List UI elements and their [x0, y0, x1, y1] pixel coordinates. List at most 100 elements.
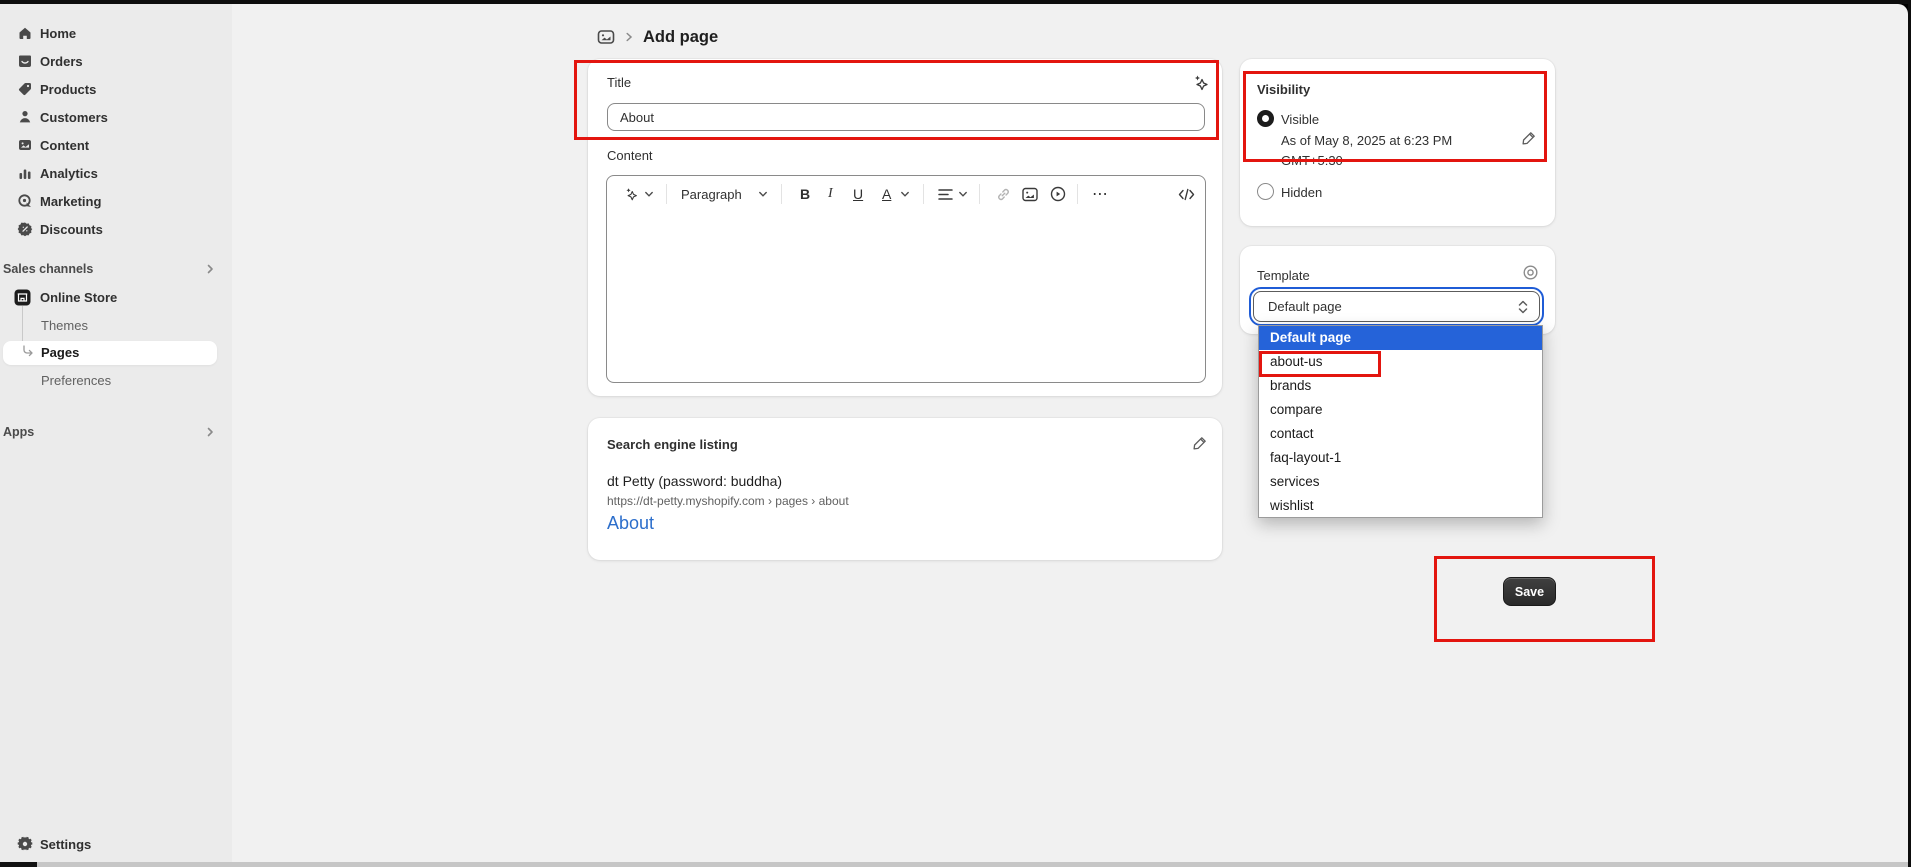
toolbar-divider [666, 184, 667, 204]
insert-video-icon[interactable] [1050, 182, 1066, 206]
dropdown-option-wishlist[interactable]: wishlist [1259, 494, 1542, 518]
sidebar-item-marketing[interactable]: Marketing [0, 187, 232, 215]
shopify-admin-window: Home Orders Products Customers Content A… [0, 0, 1911, 867]
sidebar-item-preferences[interactable]: Preferences [41, 373, 111, 388]
analytics-icon [16, 165, 33, 182]
sidebar-section-apps[interactable]: Apps [0, 420, 232, 444]
corner-arrow-icon [22, 345, 35, 358]
select-updown-icon [1517, 299, 1529, 315]
chevron-down-icon [644, 182, 654, 206]
text-color-button[interactable]: A [882, 182, 891, 206]
sidebar-item-label: Settings [40, 837, 91, 852]
discounts-icon [16, 221, 33, 238]
link-icon[interactable] [996, 182, 1011, 206]
underline-button[interactable]: U [853, 182, 863, 206]
sidebar-section-sales-channels[interactable]: Sales channels [0, 257, 232, 281]
sidebar-item-label: Home [40, 26, 76, 41]
template-dropdown-list: Default page about-us brands compare con… [1258, 325, 1543, 518]
dropdown-option-brands[interactable]: brands [1259, 374, 1542, 398]
sidebar-item-settings[interactable]: Settings [0, 830, 232, 858]
view-eye-icon[interactable] [1522, 264, 1539, 281]
sidebar-item-themes[interactable]: Themes [41, 318, 88, 333]
sidebar-item-label: Orders [40, 54, 83, 69]
store-icon [14, 289, 31, 306]
title-input[interactable] [607, 103, 1205, 131]
template-select-value: Default page [1268, 299, 1342, 314]
orders-icon [16, 53, 33, 70]
visible-radio-label[interactable]: Visible [1281, 112, 1319, 127]
page-media-icon[interactable] [597, 28, 615, 46]
window-frame-top [0, 0, 1911, 4]
scrollbar-corner [0, 862, 37, 867]
sidebar-item-analytics[interactable]: Analytics [0, 159, 232, 187]
align-icon[interactable] [938, 182, 953, 206]
sidebar-item-label: Content [40, 138, 89, 153]
products-icon [16, 81, 33, 98]
dropdown-option-default-page[interactable]: Default page [1259, 326, 1542, 350]
sidebar-item-discounts[interactable]: Discounts [0, 215, 232, 243]
editor-magic-icon[interactable] [624, 182, 638, 206]
dropdown-option-services[interactable]: services [1259, 470, 1542, 494]
sidebar-item-pages-selected[interactable]: Pages [3, 341, 217, 365]
dropdown-option-faq-layout-1[interactable]: faq-layout-1 [1259, 446, 1542, 470]
sidebar-item-label: Products [40, 82, 96, 97]
more-options-button[interactable]: ⋯ [1092, 182, 1109, 206]
chevron-down-icon [758, 182, 768, 206]
horizontal-scrollbar[interactable] [0, 862, 1908, 867]
edit-pencil-icon[interactable] [1192, 435, 1208, 451]
template-select[interactable]: Default page [1253, 291, 1540, 322]
hidden-radio-label[interactable]: Hidden [1281, 185, 1322, 200]
customers-icon [16, 109, 33, 126]
visibility-date-line2: GMT+5:30 [1281, 153, 1343, 168]
apps-label: Apps [3, 425, 34, 439]
marketing-icon [16, 193, 33, 210]
dropdown-option-about-us[interactable]: about-us [1259, 350, 1542, 374]
paragraph-style-dropdown[interactable]: Paragraph [681, 182, 742, 206]
dropdown-option-compare[interactable]: compare [1259, 398, 1542, 422]
code-view-icon[interactable] [1178, 182, 1195, 206]
magic-sparkle-icon[interactable] [1192, 74, 1209, 91]
visibility-heading: Visibility [1257, 82, 1310, 97]
breadcrumb-chevron-icon [624, 32, 634, 42]
toolbar-divider [923, 184, 924, 204]
visibility-date-line1: As of May 8, 2025 at 6:23 PM [1281, 133, 1452, 148]
rich-text-editor[interactable] [606, 175, 1206, 383]
sidebar-item-label: Pages [41, 345, 79, 360]
sidebar-item-label: Analytics [40, 166, 98, 181]
visible-radio-selected[interactable] [1257, 110, 1274, 127]
title-label: Title [607, 75, 631, 90]
sidebar: Home Orders Products Customers Content A… [0, 4, 232, 867]
toolbar-divider [781, 184, 782, 204]
sidebar-item-products[interactable]: Products [0, 75, 232, 103]
hidden-radio-unselected[interactable] [1257, 183, 1274, 200]
breadcrumb: Add page [597, 26, 718, 48]
sidebar-item-label: Marketing [40, 194, 101, 209]
seo-site-line: dt Petty (password: buddha) [607, 473, 782, 489]
seo-url: https://dt-petty.myshopify.com › pages ›… [607, 494, 849, 508]
sidebar-item-label: Discounts [40, 222, 103, 237]
page-title: Add page [643, 28, 718, 47]
chevron-right-icon [204, 263, 216, 275]
tree-connector-line [22, 306, 23, 346]
chevron-right-icon [204, 426, 216, 438]
insert-image-icon[interactable] [1022, 182, 1038, 206]
toolbar-divider [1077, 184, 1078, 204]
seo-page-title-link[interactable]: About [607, 513, 654, 534]
sidebar-item-label: Customers [40, 110, 108, 125]
edit-pencil-icon[interactable] [1521, 130, 1537, 146]
toolbar-divider [979, 184, 980, 204]
chevron-down-icon [958, 182, 968, 206]
sidebar-item-online-store[interactable]: Online Store [0, 283, 232, 311]
sidebar-item-customers[interactable]: Customers [0, 103, 232, 131]
sidebar-item-content[interactable]: Content [0, 131, 232, 159]
sidebar-item-orders[interactable]: Orders [0, 47, 232, 75]
sales-channels-label: Sales channels [3, 262, 93, 276]
admin-content: Home Orders Products Customers Content A… [0, 4, 1908, 867]
save-button[interactable]: Save [1503, 577, 1556, 606]
italic-button[interactable]: I [828, 182, 833, 206]
sidebar-item-home[interactable]: Home [0, 19, 232, 47]
chevron-down-icon [900, 182, 910, 206]
bold-button[interactable]: B [800, 182, 810, 206]
dropdown-option-contact[interactable]: contact [1259, 422, 1542, 446]
home-icon [16, 25, 33, 42]
